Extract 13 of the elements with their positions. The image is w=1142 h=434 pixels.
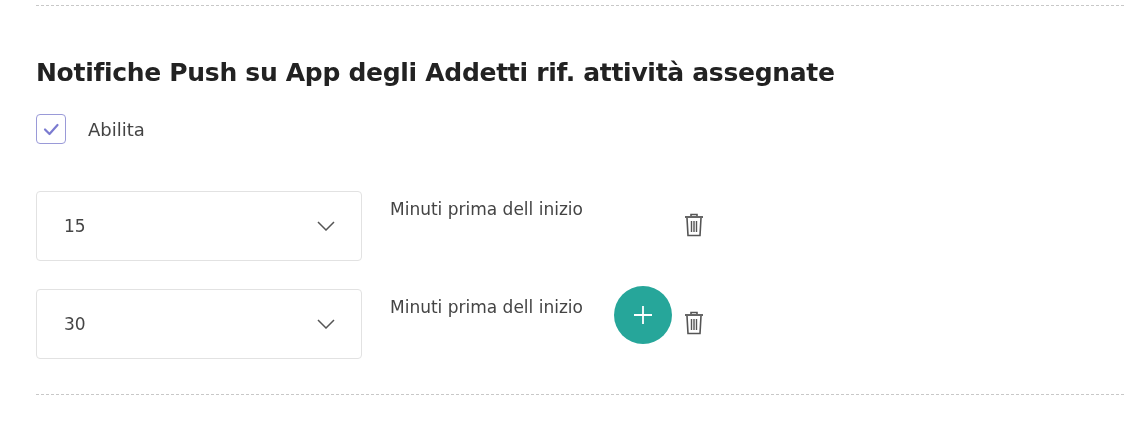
- minutes-select[interactable]: 15: [36, 191, 362, 261]
- checkbox[interactable]: [36, 114, 66, 144]
- plus-icon: [631, 303, 655, 327]
- chevron-down-icon: [317, 221, 335, 231]
- trash-icon[interactable]: [684, 213, 704, 237]
- section-title: Notifiche Push su App degli Addetti rif. attività assegnate: [36, 57, 836, 89]
- add-button[interactable]: [614, 286, 672, 344]
- trash-icon[interactable]: [684, 311, 704, 335]
- chevron-down-icon: [317, 319, 335, 329]
- row-label: Minuti prima dell inizio: [390, 199, 584, 219]
- row-label: Minuti prima dell inizio: [390, 297, 584, 317]
- minutes-select[interactable]: 30: [36, 289, 362, 359]
- checkbox-label: Abilita: [88, 118, 145, 140]
